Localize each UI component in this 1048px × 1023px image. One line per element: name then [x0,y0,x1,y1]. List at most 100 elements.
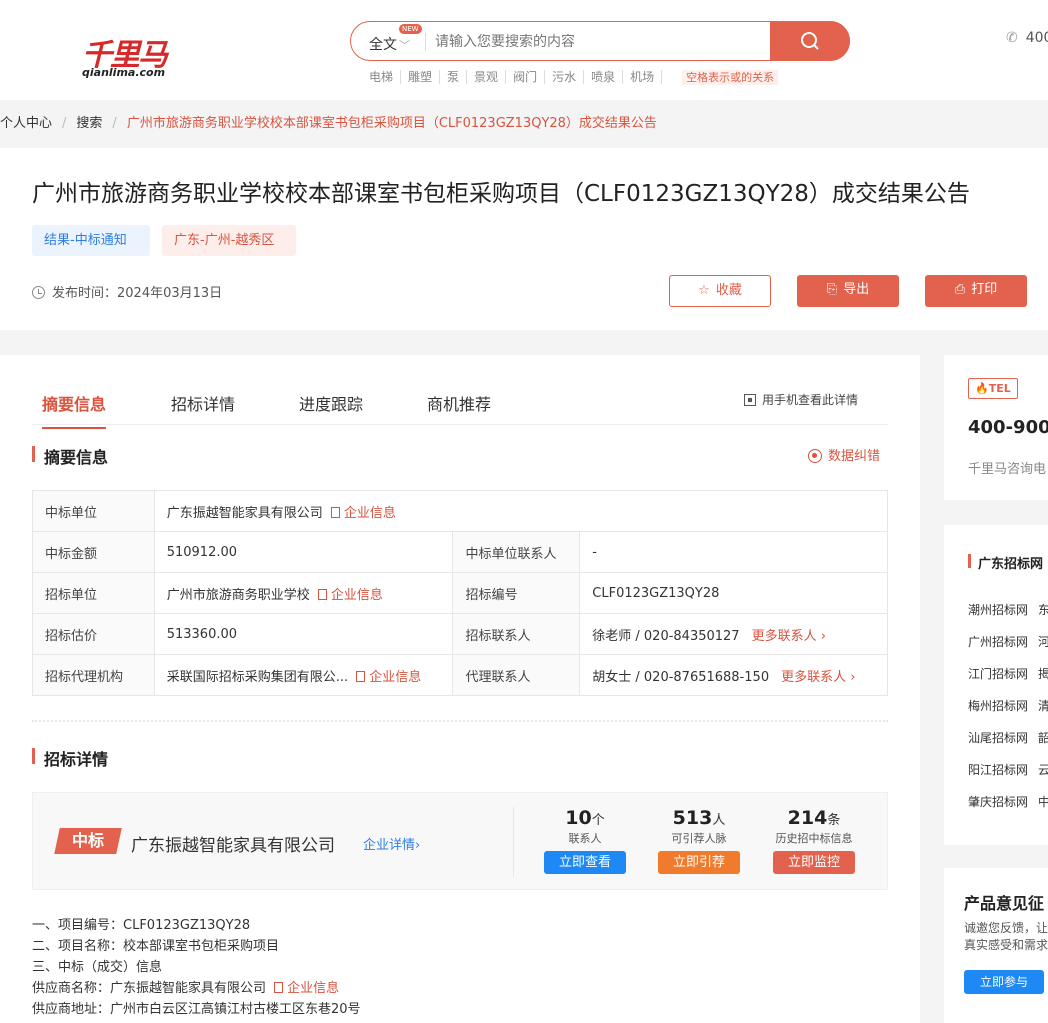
regional-sites-list: 潮州招标网东 广州招标网河 江门招标网揭 梅州招标网清 汕尾招标网韶 阳江招标网… [968,601,1048,825]
company-detail-link[interactable]: 企业详情› [363,834,420,853]
company-info-link[interactable]: 企业信息 [330,506,396,521]
company-detail-label: 企业详情 [363,838,416,853]
stat-number: 10 [565,807,592,829]
more-contacts-link[interactable]: 更多联系人 › [752,629,826,644]
mobile-view-link[interactable]: 用手机查看此详情 [743,391,858,408]
site-link[interactable]: 潮州招标网 [968,603,1028,617]
stat-contacts: 10个 联系人 立即查看 [535,807,635,874]
table-key: 代理联系人 [452,654,581,696]
site-logo[interactable]: 千里马 qianlima.com [80,22,180,80]
chevron-right-icon: › [415,838,421,853]
tab-recommend[interactable]: 商机推荐 [427,391,491,415]
target-icon [808,449,822,463]
agency-contact: 胡女士 / 020-87651688-150 [592,669,770,685]
feedback-description: 诚邀您反馈，让 真实感受和需求 [964,920,1048,954]
site-link[interactable]: 东 [1038,603,1048,617]
clock-icon [32,286,45,299]
hot-word[interactable]: 阀门 [506,70,546,84]
monitor-button[interactable]: 立即监控 [773,851,855,874]
table-key: 招标联系人 [452,613,581,655]
breadcrumb-item[interactable]: 个人中心 [0,116,52,131]
winner-company-name: 广东振越智能家具有限公司 [131,836,335,856]
hot-word[interactable]: 雕塑 [401,70,441,84]
search-button[interactable] [770,21,850,61]
tel-card: 🔥TEL 400-900- 千里马咨询电 [944,355,1048,500]
table-key: 招标估价 [32,613,155,655]
tel-number: 400-900- [968,417,1048,438]
company-info-link[interactable]: 企业信息 [274,981,339,996]
notice-line: 二、项目名称：校本部课室书包柜采购项目 [32,939,280,954]
data-correction-link[interactable]: 数据纠错 [808,445,880,464]
table-value: CLF0123GZ13QY28 [579,572,888,614]
hot-words: 电梯 雕塑泵景观 阀门 污水 喷泉 机场 空格表示或的关系 [362,70,779,86]
hot-word[interactable]: 喷泉 [584,70,624,84]
breadcrumb-item[interactable]: 搜索 [76,116,102,131]
site-link[interactable]: 汕尾招标网 [968,731,1028,745]
view-contacts-button[interactable]: 立即查看 [544,851,626,874]
table-value: 广东振越智能家具有限公司 企业信息 [153,490,889,532]
regional-sites-card: 广东招标网 潮州招标网东 广州招标网河 江门招标网揭 梅州招标网清 汕尾招标网韶… [944,525,1048,845]
table-key: 中标金额 [32,531,155,573]
feedback-line: 真实感受和需求 [964,938,1048,952]
summary-table: 中标单位 广东振越智能家具有限公司 企业信息 中标金额 510912.00 中标… [32,490,889,696]
notice-body: 一、项目编号：CLF0123GZ13QY28 二、项目名称：校本部课室书包柜采购… [32,915,361,1020]
more-contacts-link[interactable]: 更多联系人 › [781,670,855,685]
export-label: 导出 [843,282,870,297]
region-tag[interactable]: 广东-广州-越秀区 [162,225,296,256]
site-link[interactable]: 阳江招标网 [968,763,1028,777]
favorite-button[interactable]: ☆ 收藏 [669,275,771,307]
site-link[interactable]: 江门招标网 [968,667,1028,681]
notice-line: 供应商地址：广州市白云区江高镇江村古楼工区东巷20号 [32,1002,361,1017]
tab-summary[interactable]: 摘要信息 [42,391,107,429]
export-button[interactable]: ⎘ 导出 [797,275,899,307]
site-link[interactable]: 清 [1038,699,1048,713]
search-scope-select[interactable]: 全文 ﹀ [369,34,410,54]
site-link[interactable]: 河 [1038,635,1048,649]
company-info-label: 企业信息 [287,981,340,996]
list-item: 潮州招标网东 [968,601,1048,633]
company-info-link[interactable]: 企业信息 [317,588,383,603]
introduce-button[interactable]: 立即引荐 [658,851,740,874]
document-icon [274,982,284,993]
favorite-label: 收藏 [715,283,742,298]
table-value: 广州市旅游商务职业学校 企业信息 [153,572,454,614]
search-divider [425,33,426,51]
publish-label: 发布时间： [52,286,118,301]
site-link[interactable]: 广州招标网 [968,635,1028,649]
notice-line: 供应商名称：广东振越智能家具有限公司 企业信息 [32,978,361,999]
hot-word[interactable]: 景观 [467,70,507,84]
company-info-link[interactable]: 企业信息 [356,670,421,685]
page-title: 广州市旅游商务职业学校校本部课室书包柜采购项目（CLF0123GZ13QY28）… [32,181,970,207]
print-button[interactable]: ⎙ 打印 [925,275,1027,307]
search-bar: 全文 ﹀ NEW [350,21,850,61]
site-link[interactable]: 揭 [1038,667,1048,681]
chevron-down-icon: ﹀ [399,39,410,52]
hot-word[interactable]: 电梯 [362,70,402,84]
search-scope-label: 全文 [369,37,397,53]
winner-badge: 中标 [54,828,122,854]
detail-tabs: 摘要信息 招标详情 进度跟踪 商机推荐 用手机查看此详情 [32,381,888,429]
site-link[interactable]: 梅州招标网 [968,699,1028,713]
mobile-view-label: 用手机查看此详情 [761,393,858,407]
tender-contact: 徐老师 / 020-84350127 [592,628,740,644]
table-key: 中标单位 [32,490,155,532]
publish-date: 2024年03月13日 [117,286,223,301]
site-link[interactable]: 肇庆招标网 [968,795,1028,809]
table-row: 招标估价 513360.00 招标联系人 徐老师 / 020-84350127 更… [32,613,888,655]
hot-word[interactable]: 机场 [623,70,663,84]
table-key: 招标单位 [32,572,155,614]
breadcrumb-current: 广州市旅游商务职业学校校本部课室书包柜采购项目（CLF0123GZ13QY28）… [126,116,657,131]
site-link[interactable]: 韶 [1038,731,1048,745]
site-link[interactable]: 中 [1038,795,1048,809]
stat-history: 214条 历史招中标信息 立即监控 [764,807,864,874]
tab-progress[interactable]: 进度跟踪 [299,391,363,415]
hot-word[interactable]: 污水 [545,70,585,84]
table-value: 510912.00 [153,531,454,573]
hot-word[interactable]: 泵 [440,70,468,84]
type-tag[interactable]: 结果-中标通知 [32,225,150,256]
tel-badge-label: TEL [988,382,1011,395]
tab-bid-detail[interactable]: 招标详情 [171,391,235,415]
site-link[interactable]: 云 [1038,763,1048,777]
feedback-button[interactable]: 立即参与 [964,970,1044,994]
search-input[interactable] [435,30,765,54]
